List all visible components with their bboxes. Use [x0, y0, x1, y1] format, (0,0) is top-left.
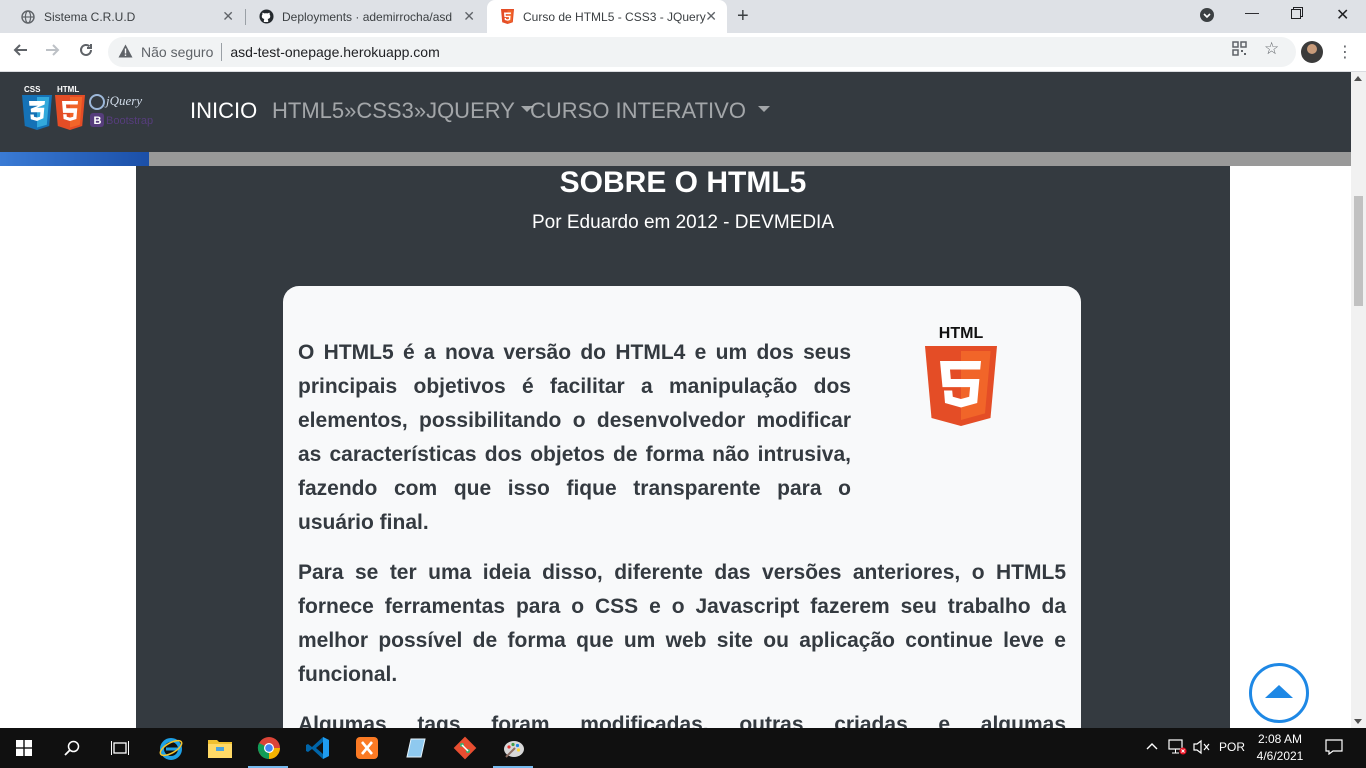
paragraph-1: O HTML5 é a nova versão do HTML4 e um do… [298, 341, 851, 534]
profile-avatar[interactable] [1301, 41, 1323, 63]
section-subtitle: Por Eduardo em 2012 - DEVMEDIA [531, 212, 835, 233]
content-card: HTML O HTML5 é a nova versão do HTML4 e … [283, 286, 1081, 728]
tab-strip: Sistema C.R.U.D ✕ Deployments · ademirro… [0, 0, 1366, 33]
insecure-label: Não seguro [141, 44, 214, 60]
scrollbar-thumb[interactable] [1354, 196, 1363, 306]
scroll-down-arrow[interactable] [1354, 719, 1362, 724]
close-tab-icon[interactable]: ✕ [463, 9, 475, 23]
nav-html5-css3-jquery-label: HTML5»CSS3»JQUERY [272, 98, 515, 123]
internet-explorer-icon[interactable] [157, 734, 185, 762]
address-bar[interactable]: Não seguro asd-test-onepage.herokuapp.co… [108, 37, 1296, 67]
taskbar-clock[interactable]: 2:08 AM 4/6/2021 [1252, 731, 1308, 765]
tab-title: Sistema C.R.U.D [44, 9, 136, 24]
nav-inicio-label: INICIO [190, 98, 258, 123]
logo-html-text: HTML [57, 85, 79, 94]
search-icon[interactable] [58, 734, 86, 762]
notifications-icon[interactable] [1325, 739, 1343, 758]
clock-time: 2:08 AM [1257, 732, 1303, 746]
page-scrollbar[interactable] [1351, 72, 1366, 728]
address-divider [221, 43, 223, 61]
nav-curso-interativo-label: CURSO INTERATIVO [530, 98, 746, 123]
maximize-button[interactable] [1291, 6, 1303, 22]
reload-icon[interactable] [78, 42, 94, 61]
section-title: SOBRE O HTML5 [559, 166, 807, 199]
browser-toolbar: Não seguro asd-test-onepage.herokuapp.co… [0, 33, 1366, 72]
tab-title: Deployments · ademirrocha/asd- [282, 9, 452, 24]
back-icon[interactable] [12, 42, 28, 61]
tab-curso-html5[interactable]: Curso de HTML5 - CSS3 - JQuery ✕ [487, 0, 727, 33]
forward-icon[interactable] [45, 42, 61, 61]
new-tab-button[interactable]: + [737, 5, 749, 28]
svg-text:B: B [94, 115, 102, 127]
bookmark-star-icon[interactable]: ☆ [1264, 39, 1279, 59]
scroll-up-arrow[interactable] [1354, 76, 1362, 81]
site-navbar: CSS HTML jQuery B Bootstrap INICIO HTML5… [0, 72, 1351, 152]
github-icon [258, 9, 274, 25]
browser-menu-icon[interactable]: ⋮ [1337, 42, 1353, 62]
reading-progress-bar [0, 152, 1351, 166]
notepad-app-icon[interactable] [402, 734, 430, 762]
close-tab-icon[interactable]: ✕ [222, 9, 234, 23]
vscode-icon[interactable] [304, 734, 332, 762]
close-window-button[interactable]: ✕ [1336, 5, 1349, 25]
tab-search-icon[interactable] [1200, 8, 1214, 25]
site-logo[interactable]: CSS HTML jQuery B Bootstrap [20, 84, 170, 140]
reading-progress-fill [0, 152, 149, 166]
file-explorer-icon[interactable] [206, 734, 234, 762]
nav-curso-interativo[interactable]: CURSO INTERATIVO [530, 98, 770, 124]
sobre-html5-section: SOBRE O HTML5 Por Eduardo em 2012 - DEVM… [136, 166, 1230, 728]
logo-css-text: CSS [24, 85, 41, 94]
qr-code-icon[interactable] [1232, 41, 1247, 60]
globe-icon [20, 9, 36, 25]
close-tab-icon[interactable]: ✕ [705, 9, 717, 23]
language-indicator[interactable]: POR [1219, 740, 1245, 754]
task-view-icon[interactable] [106, 734, 134, 762]
chrome-icon[interactable] [255, 734, 283, 762]
volume-muted-icon[interactable] [1193, 739, 1211, 758]
clock-date: 4/6/2021 [1256, 749, 1304, 763]
page-viewport: CSS HTML jQuery B Bootstrap INICIO HTML5… [0, 72, 1351, 728]
url-text[interactable]: asd-test-onepage.herokuapp.com [230, 44, 439, 60]
git-app-icon[interactable] [451, 734, 479, 762]
xampp-icon[interactable] [353, 734, 381, 762]
paragraph-2: Para se ter uma ideia disso, diferente d… [298, 561, 1066, 686]
html5-logo-label: HTML [939, 325, 984, 342]
tab-title: Curso de HTML5 - CSS3 - JQuery [523, 9, 706, 24]
minimize-button[interactable]: — [1245, 4, 1259, 20]
logo-bootstrap-text: Bootstrap [106, 115, 153, 127]
arrow-up-icon [1265, 684, 1293, 698]
windows-taskbar: POR 2:08 AM 4/6/2021 [0, 728, 1366, 768]
nav-inicio[interactable]: INICIO [190, 98, 257, 124]
tab-sistema-crud[interactable]: Sistema C.R.U.D ✕ [0, 0, 244, 33]
html5-icon [499, 9, 515, 25]
scroll-to-top-button[interactable] [1249, 663, 1309, 723]
tab-deployments[interactable]: Deployments · ademirrocha/asd- ✕ [238, 0, 485, 33]
chevron-down-icon [757, 106, 770, 113]
logo-jquery-text: jQuery [104, 93, 142, 108]
network-icon[interactable] [1168, 739, 1188, 758]
tray-chevron-icon[interactable] [1146, 740, 1158, 754]
html5-logo-image: HTML [925, 325, 997, 426]
paint-app-icon[interactable] [500, 734, 528, 762]
windows-start-icon[interactable] [10, 734, 38, 762]
paragraph-3: Algumas tags foram modificadas, outras c… [298, 713, 1066, 728]
warning-icon[interactable] [118, 44, 133, 61]
nav-html5-css3-jquery[interactable]: HTML5»CSS3»JQUERY [272, 98, 533, 124]
